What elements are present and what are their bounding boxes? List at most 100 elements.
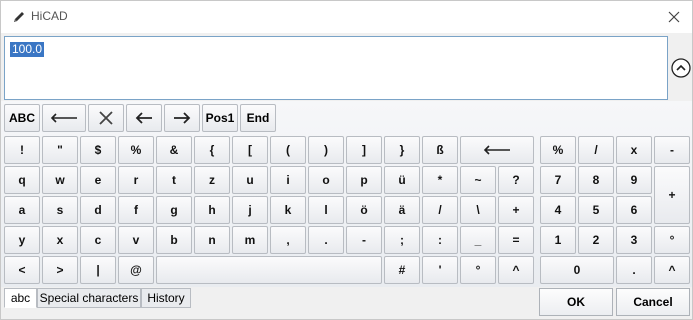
key[interactable]: ä bbox=[384, 196, 420, 224]
backspace-key[interactable] bbox=[460, 136, 534, 164]
key[interactable]: | bbox=[80, 256, 116, 284]
key[interactable]: = bbox=[498, 226, 534, 254]
collapse-keyboard-button[interactable] bbox=[670, 57, 692, 79]
numpad-key[interactable]: x bbox=[616, 136, 652, 164]
key[interactable]: f bbox=[118, 196, 154, 224]
key[interactable]: " bbox=[42, 136, 78, 164]
key[interactable]: } bbox=[384, 136, 420, 164]
key[interactable]: j bbox=[232, 196, 268, 224]
key[interactable]: v bbox=[118, 226, 154, 254]
key[interactable]: # bbox=[384, 256, 420, 284]
key[interactable]: @ bbox=[118, 256, 154, 284]
key[interactable]: k bbox=[270, 196, 306, 224]
key[interactable]: ( bbox=[270, 136, 306, 164]
numpad-key[interactable]: 9 bbox=[616, 166, 652, 194]
numpad-key[interactable]: 4 bbox=[540, 196, 576, 224]
key[interactable]: > bbox=[42, 256, 78, 284]
key[interactable]: _ bbox=[460, 226, 496, 254]
key[interactable]: * bbox=[422, 166, 458, 194]
cursor-left-key[interactable] bbox=[126, 104, 162, 132]
key[interactable]: n bbox=[194, 226, 230, 254]
key[interactable]: t bbox=[156, 166, 192, 194]
key[interactable]: s bbox=[42, 196, 78, 224]
abc-key[interactable]: ABC bbox=[4, 104, 40, 132]
key[interactable]: . bbox=[308, 226, 344, 254]
numpad-key[interactable]: 5 bbox=[578, 196, 614, 224]
key[interactable]: b bbox=[156, 226, 192, 254]
key[interactable]: ) bbox=[308, 136, 344, 164]
key[interactable]: { bbox=[194, 136, 230, 164]
key[interactable]: ; bbox=[384, 226, 420, 254]
key[interactable]: & bbox=[156, 136, 192, 164]
key[interactable]: c bbox=[80, 226, 116, 254]
expression-input[interactable]: 100.0 bbox=[4, 36, 668, 100]
numpad-key[interactable]: 3 bbox=[616, 226, 652, 254]
key[interactable]: [ bbox=[232, 136, 268, 164]
numpad-key[interactable]: 2 bbox=[578, 226, 614, 254]
numpad-key[interactable]: 7 bbox=[540, 166, 576, 194]
numpad-key[interactable]: 8 bbox=[578, 166, 614, 194]
ok-button[interactable]: OK bbox=[539, 288, 613, 316]
tab-history[interactable]: History bbox=[141, 288, 191, 308]
key[interactable]: o bbox=[308, 166, 344, 194]
clear-key[interactable] bbox=[88, 104, 124, 132]
key[interactable]: \ bbox=[460, 196, 496, 224]
backspace-key[interactable] bbox=[42, 104, 86, 132]
key[interactable]: m bbox=[232, 226, 268, 254]
key[interactable]: + bbox=[498, 196, 534, 224]
cancel-button[interactable]: Cancel bbox=[616, 288, 690, 316]
key[interactable]: x bbox=[42, 226, 78, 254]
key[interactable]: / bbox=[422, 196, 458, 224]
key[interactable]: r bbox=[118, 166, 154, 194]
numpad-key[interactable]: 6 bbox=[616, 196, 652, 224]
window-title: HiCAD bbox=[31, 9, 68, 23]
key[interactable]: p bbox=[346, 166, 382, 194]
space-key[interactable] bbox=[156, 256, 382, 284]
key[interactable]: a bbox=[4, 196, 40, 224]
key[interactable]: ß bbox=[422, 136, 458, 164]
key[interactable]: ^ bbox=[498, 256, 534, 284]
close-button[interactable] bbox=[662, 5, 686, 29]
key[interactable]: w bbox=[42, 166, 78, 194]
key[interactable]: g bbox=[156, 196, 192, 224]
key[interactable]: ° bbox=[460, 256, 496, 284]
key[interactable]: ö bbox=[346, 196, 382, 224]
key[interactable]: ü bbox=[384, 166, 420, 194]
numpad-key[interactable]: 1 bbox=[540, 226, 576, 254]
key[interactable]: , bbox=[270, 226, 306, 254]
numpad-key[interactable]: % bbox=[540, 136, 576, 164]
backspace-arrow-icon bbox=[50, 113, 77, 123]
key[interactable]: ? bbox=[498, 166, 534, 194]
key[interactable]: - bbox=[346, 226, 382, 254]
numpad-key[interactable]: ^ bbox=[654, 256, 690, 284]
key[interactable]: ! bbox=[4, 136, 40, 164]
numpad-plus-key[interactable]: + bbox=[654, 166, 690, 224]
key[interactable]: z bbox=[194, 166, 230, 194]
key[interactable]: % bbox=[118, 136, 154, 164]
numpad-key[interactable]: - bbox=[654, 136, 690, 164]
key[interactable]: $ bbox=[80, 136, 116, 164]
end-key[interactable]: End bbox=[240, 104, 276, 132]
numpad-key[interactable]: ° bbox=[654, 226, 690, 254]
key[interactable]: ] bbox=[346, 136, 382, 164]
key[interactable]: ' bbox=[422, 256, 458, 284]
key[interactable]: q bbox=[4, 166, 40, 194]
key[interactable]: ~ bbox=[460, 166, 496, 194]
pos1-key[interactable]: Pos1 bbox=[202, 104, 238, 132]
tab-abc[interactable]: abc bbox=[4, 288, 37, 308]
key[interactable]: d bbox=[80, 196, 116, 224]
key[interactable]: i bbox=[270, 166, 306, 194]
key[interactable]: l bbox=[308, 196, 344, 224]
numpad-key[interactable]: / bbox=[578, 136, 614, 164]
key[interactable]: e bbox=[80, 166, 116, 194]
key[interactable]: < bbox=[4, 256, 40, 284]
key[interactable]: y bbox=[4, 226, 40, 254]
key[interactable]: h bbox=[194, 196, 230, 224]
cursor-right-key[interactable] bbox=[164, 104, 200, 132]
key[interactable]: : bbox=[422, 226, 458, 254]
tab-special-characters[interactable]: Special characters bbox=[37, 288, 141, 308]
numpad-key[interactable]: . bbox=[616, 256, 652, 284]
key[interactable]: u bbox=[232, 166, 268, 194]
numpad-zero-key[interactable]: 0 bbox=[540, 256, 614, 284]
arrow-right-icon bbox=[174, 112, 191, 124]
